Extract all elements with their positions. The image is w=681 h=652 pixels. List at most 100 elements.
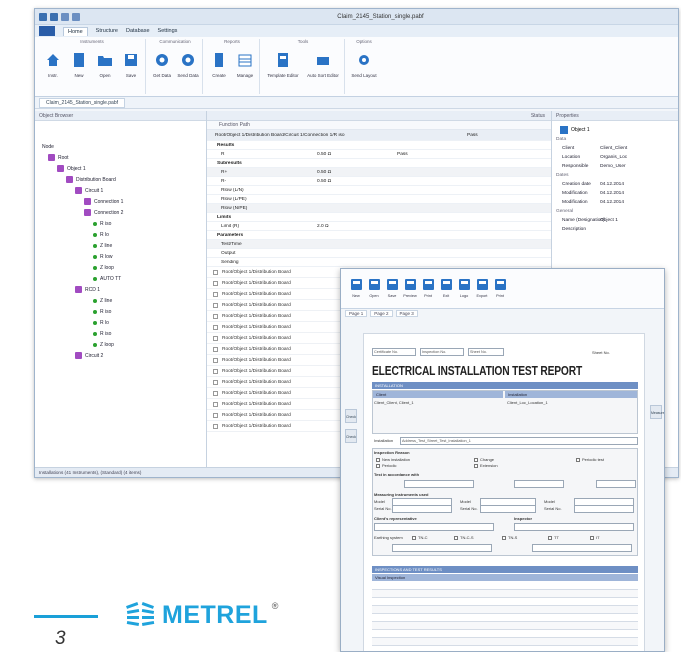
report-toolbar-button[interactable]: Exit [439, 277, 453, 308]
it-checkbox[interactable] [590, 536, 594, 540]
expand-icon[interactable] [213, 291, 218, 297]
inspector-field[interactable] [514, 523, 634, 531]
report-toolbar-button[interactable]: Print [421, 277, 435, 308]
side-check-button-2[interactable]: Check [345, 429, 357, 443]
send-data-button[interactable]: Send Data [177, 47, 199, 78]
result-row[interactable]: Output [207, 249, 551, 258]
tree-node[interactable]: Z loop [39, 339, 206, 350]
template-editor-button[interactable]: Template Editor [265, 47, 301, 78]
inspection-row[interactable] [372, 614, 638, 622]
tree-node[interactable]: R iso [39, 218, 206, 229]
new-button[interactable]: New [68, 47, 90, 78]
tree-node[interactable]: R low [39, 251, 206, 262]
standard-field-2[interactable] [514, 480, 564, 488]
tree-node[interactable]: RCD 1 [39, 284, 206, 295]
inspection-row[interactable] [372, 630, 638, 638]
expand-icon[interactable] [213, 269, 218, 275]
side-check-button[interactable]: Check [345, 409, 357, 423]
tab-structure[interactable]: Structure [96, 28, 118, 34]
certificate-no-field[interactable]: Certificate No. [372, 348, 416, 356]
expand-icon[interactable] [213, 379, 218, 385]
file-menu-button[interactable] [39, 26, 55, 36]
client-rep-field[interactable] [374, 523, 494, 531]
address-field[interactable]: Address_Test_Street_Test_Installation_1 [400, 437, 638, 445]
property-category[interactable]: General [552, 207, 678, 216]
standard-field-3[interactable] [596, 480, 636, 488]
column-header-function-path[interactable]: Function Path [207, 121, 551, 130]
option-new-checkbox[interactable] [376, 458, 380, 462]
report-toolbar-button[interactable]: Open [367, 277, 381, 308]
redo-quick-icon[interactable] [72, 12, 80, 21]
property-category[interactable]: Data [552, 135, 678, 144]
expand-icon[interactable] [213, 390, 218, 396]
tree-node[interactable]: R iso [39, 328, 206, 339]
tree-node[interactable]: Circuit 1 [39, 185, 206, 196]
inspection-row[interactable] [372, 590, 638, 598]
tnc-checkbox[interactable] [412, 536, 416, 540]
inspection-row[interactable] [372, 598, 638, 606]
property-row[interactable]: Modification 04.12.2014 [552, 189, 678, 198]
tns-checkbox[interactable] [502, 536, 506, 540]
report-tab-2[interactable]: Page 2 [370, 310, 393, 317]
property-category[interactable]: Dates [552, 171, 678, 180]
property-row[interactable]: Description [552, 225, 678, 234]
result-row[interactable]: Subresults [207, 159, 551, 168]
app-icon[interactable] [39, 12, 47, 21]
tree-node[interactable]: AUTO TT [39, 273, 206, 284]
property-row[interactable]: Creation date 04.12.2014 [552, 180, 678, 189]
sheet-no-field[interactable]: Sheet No. [468, 348, 504, 356]
property-row[interactable]: Location Organis_Loc [552, 153, 678, 162]
option-periodic-checkbox[interactable] [376, 464, 380, 468]
report-toolbar-button[interactable]: New [349, 277, 363, 308]
expand-icon[interactable] [213, 313, 218, 319]
result-row[interactable]: Parameters [207, 231, 551, 240]
result-row[interactable]: Sending [207, 258, 551, 267]
result-row[interactable]: R- 0.50 Ω [207, 177, 551, 186]
tree-node[interactable]: Connection 1 [39, 196, 206, 207]
send-layout-button[interactable]: Send Layout [350, 47, 378, 78]
tree-node[interactable]: R lo [39, 229, 206, 240]
serial-field-3[interactable] [574, 505, 634, 513]
report-toolbar-button[interactable]: Preview [403, 277, 417, 308]
result-row[interactable]: Limit (R) 2.0 Ω [207, 222, 551, 231]
side-measure-button[interactable]: Measure [650, 405, 664, 419]
expand-icon[interactable] [213, 335, 218, 341]
option-change-checkbox[interactable] [474, 458, 478, 462]
tncs-checkbox[interactable] [454, 536, 458, 540]
tree-node[interactable]: Z line [39, 240, 206, 251]
save-button[interactable]: Save [120, 47, 142, 78]
expand-icon[interactable] [213, 280, 218, 286]
expand-icon[interactable] [213, 423, 218, 429]
save-quick-icon[interactable] [50, 12, 58, 21]
tree-node[interactable]: Distribution Board [39, 174, 206, 185]
property-row[interactable]: Responsible Demo_User [552, 162, 678, 171]
installation-value[interactable]: Client_Loc_Location_1 [507, 400, 548, 405]
tree-node[interactable]: Root [39, 152, 206, 163]
expand-icon[interactable] [213, 357, 218, 363]
tree-node[interactable]: Connection 2 [39, 207, 206, 218]
option-extension-checkbox[interactable] [474, 464, 478, 468]
tree-node[interactable]: Circuit 2 [39, 350, 206, 361]
get-data-button[interactable]: Get Data [151, 47, 173, 78]
report-tab-3[interactable]: Page 3 [395, 310, 418, 317]
tab-database[interactable]: Database [126, 28, 150, 34]
expand-icon[interactable] [213, 324, 218, 330]
inspection-row[interactable] [372, 638, 638, 646]
auto-sort-editor-button[interactable]: Auto Sort Editor [305, 47, 341, 78]
report-toolbar-button[interactable]: Print [493, 277, 507, 308]
inspection-row[interactable] [372, 622, 638, 630]
tree-node[interactable]: Node [39, 141, 206, 152]
tree-node[interactable]: R iso [39, 306, 206, 317]
option-periodic-test-checkbox[interactable] [576, 458, 580, 462]
serial-field-2[interactable] [480, 505, 536, 513]
tab-home[interactable]: Home [63, 26, 88, 36]
result-row[interactable]: Rlow (L/PE) [207, 195, 551, 204]
home-button[interactable]: Instr. [42, 47, 64, 78]
expand-icon[interactable] [213, 401, 218, 407]
result-row[interactable]: Results [207, 141, 551, 150]
property-row[interactable]: Client Client_Client [552, 144, 678, 153]
result-row[interactable]: Limits [207, 213, 551, 222]
tt-checkbox[interactable] [548, 536, 552, 540]
supply-field-1[interactable] [392, 544, 492, 552]
serial-field-1[interactable] [392, 505, 452, 513]
